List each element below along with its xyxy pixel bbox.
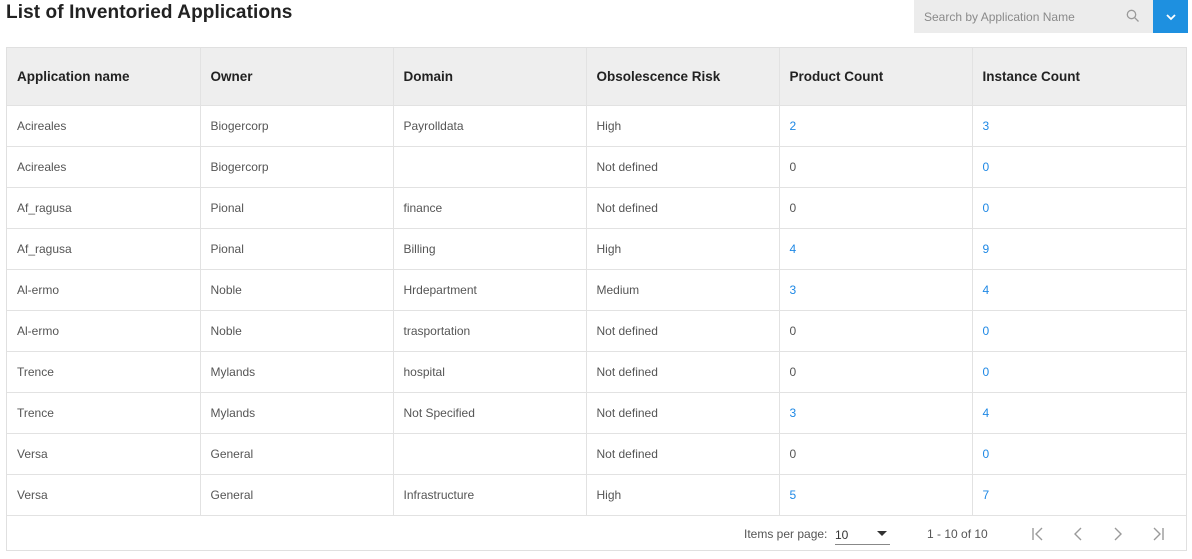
cell-application-name: Acireales — [7, 104, 201, 146]
cell-obsolescence-risk: Not defined — [586, 186, 780, 228]
cell-owner: Noble — [200, 309, 394, 351]
cell-application-name: Af_ragusa — [7, 186, 201, 228]
search-icon[interactable] — [1126, 9, 1140, 23]
cell-product-count: 0 — [779, 432, 973, 474]
cell-application-name: Acireales — [7, 145, 201, 187]
chevron-right-icon — [1114, 527, 1122, 541]
page-title: List of Inventoried Applications — [6, 2, 293, 23]
applications-table: Application name Owner Domain Obsolescen… — [7, 48, 1186, 515]
cell-product-count: 0 — [779, 145, 973, 187]
previous-page-button[interactable] — [1068, 524, 1088, 544]
first-page-icon — [1032, 527, 1043, 541]
instance-count-link[interactable]: 0 — [972, 309, 1186, 351]
cell-domain: Infrastructure — [393, 473, 587, 515]
product-count-link[interactable]: 5 — [779, 473, 973, 515]
cell-obsolescence-risk: Not defined — [586, 391, 780, 433]
product-count-link[interactable]: 4 — [779, 227, 973, 269]
table-header-row: Application name Owner Domain Obsolescen… — [7, 48, 1186, 105]
cell-obsolescence-risk: Not defined — [586, 432, 780, 474]
cell-application-name: Al-ermo — [7, 309, 201, 351]
cell-application-name: Trence — [7, 391, 201, 433]
table-row: Af_ragusa Pional finance Not defined 0 0 — [7, 186, 1186, 228]
table-row: Versa General Infrastructure High 5 7 — [7, 473, 1186, 515]
instance-count-link[interactable]: 0 — [972, 350, 1186, 392]
instance-count-link[interactable]: 7 — [972, 473, 1186, 515]
column-header-obsolescence-risk[interactable]: Obsolescence Risk — [586, 48, 780, 105]
cell-domain — [393, 432, 587, 474]
table-row: Trence Mylands hospital Not defined 0 0 — [7, 350, 1186, 392]
cell-application-name: Al-ermo — [7, 268, 201, 310]
table-row: Acireales Biogercorp Not defined 0 0 — [7, 145, 1186, 187]
search-input[interactable] — [914, 0, 1119, 33]
cell-domain — [393, 145, 587, 187]
instance-count-link[interactable]: 4 — [972, 268, 1186, 310]
search-options-button[interactable] — [1153, 0, 1188, 33]
page-size-value: 10 — [835, 528, 849, 542]
chevron-down-icon — [1165, 8, 1176, 26]
next-page-button[interactable] — [1108, 524, 1128, 544]
cell-owner: Biogercorp — [200, 145, 394, 187]
column-header-owner[interactable]: Owner — [200, 48, 394, 105]
product-count-link[interactable]: 3 — [779, 391, 973, 433]
cell-product-count: 0 — [779, 350, 973, 392]
instance-count-link[interactable]: 3 — [972, 104, 1186, 146]
cell-obsolescence-risk: High — [586, 473, 780, 515]
table-row: Trence Mylands Not Specified Not defined… — [7, 391, 1186, 433]
cell-domain: finance — [393, 186, 587, 228]
items-per-page-label: Items per page: — [744, 527, 828, 541]
column-header-domain[interactable]: Domain — [393, 48, 587, 105]
cell-owner: Pional — [200, 186, 394, 228]
cell-application-name: Trence — [7, 350, 201, 392]
cell-domain: Hrdepartment — [393, 268, 587, 310]
cell-application-name: Versa — [7, 432, 201, 474]
instance-count-link[interactable]: 0 — [972, 145, 1186, 187]
table-row: Acireales Biogercorp Payrolldata High 2 … — [7, 104, 1186, 146]
cell-owner: Pional — [200, 227, 394, 269]
first-page-button[interactable] — [1028, 524, 1048, 544]
cell-domain: Payrolldata — [393, 104, 587, 146]
cell-owner: Biogercorp — [200, 104, 394, 146]
column-header-instance-count[interactable]: Instance Count — [972, 48, 1186, 105]
instance-count-link[interactable]: 0 — [972, 432, 1186, 474]
column-header-application-name[interactable]: Application name — [7, 48, 201, 105]
last-page-icon — [1153, 527, 1164, 541]
cell-product-count: 0 — [779, 309, 973, 351]
caret-down-icon — [877, 531, 887, 536]
instance-count-link[interactable]: 0 — [972, 186, 1186, 228]
cell-obsolescence-risk: High — [586, 104, 780, 146]
table-row: Al-ermo Noble trasportation Not defined … — [7, 309, 1186, 351]
column-header-product-count[interactable]: Product Count — [779, 48, 973, 105]
cell-owner: General — [200, 473, 394, 515]
cell-obsolescence-risk: High — [586, 227, 780, 269]
cell-domain: hospital — [393, 350, 587, 392]
page-range-label: 1 - 10 of 10 — [927, 527, 988, 541]
cell-owner: General — [200, 432, 394, 474]
table-row: Af_ragusa Pional Billing High 4 9 — [7, 227, 1186, 269]
cell-application-name: Versa — [7, 473, 201, 515]
cell-owner: Noble — [200, 268, 394, 310]
table-row: Versa General Not defined 0 0 — [7, 432, 1186, 474]
cell-application-name: Af_ragusa — [7, 227, 201, 269]
search-box — [914, 0, 1153, 33]
page-size-select[interactable]: 10 — [835, 523, 890, 545]
product-count-link[interactable]: 2 — [779, 104, 973, 146]
cell-domain: Billing — [393, 227, 587, 269]
product-count-link[interactable]: 3 — [779, 268, 973, 310]
cell-product-count: 0 — [779, 186, 973, 228]
cell-domain: Not Specified — [393, 391, 587, 433]
paginator: Items per page: 10 1 - 10 of 10 — [7, 515, 1186, 551]
cell-obsolescence-risk: Medium — [586, 268, 780, 310]
chevron-left-icon — [1074, 527, 1082, 541]
cell-owner: Mylands — [200, 350, 394, 392]
cell-owner: Mylands — [200, 391, 394, 433]
applications-table-card: Application name Owner Domain Obsolescen… — [6, 47, 1187, 551]
cell-obsolescence-risk: Not defined — [586, 145, 780, 187]
cell-obsolescence-risk: Not defined — [586, 309, 780, 351]
table-row: Al-ermo Noble Hrdepartment Medium 3 4 — [7, 268, 1186, 310]
cell-domain: trasportation — [393, 309, 587, 351]
cell-obsolescence-risk: Not defined — [586, 350, 780, 392]
last-page-button[interactable] — [1148, 524, 1168, 544]
instance-count-link[interactable]: 4 — [972, 391, 1186, 433]
instance-count-link[interactable]: 9 — [972, 227, 1186, 269]
